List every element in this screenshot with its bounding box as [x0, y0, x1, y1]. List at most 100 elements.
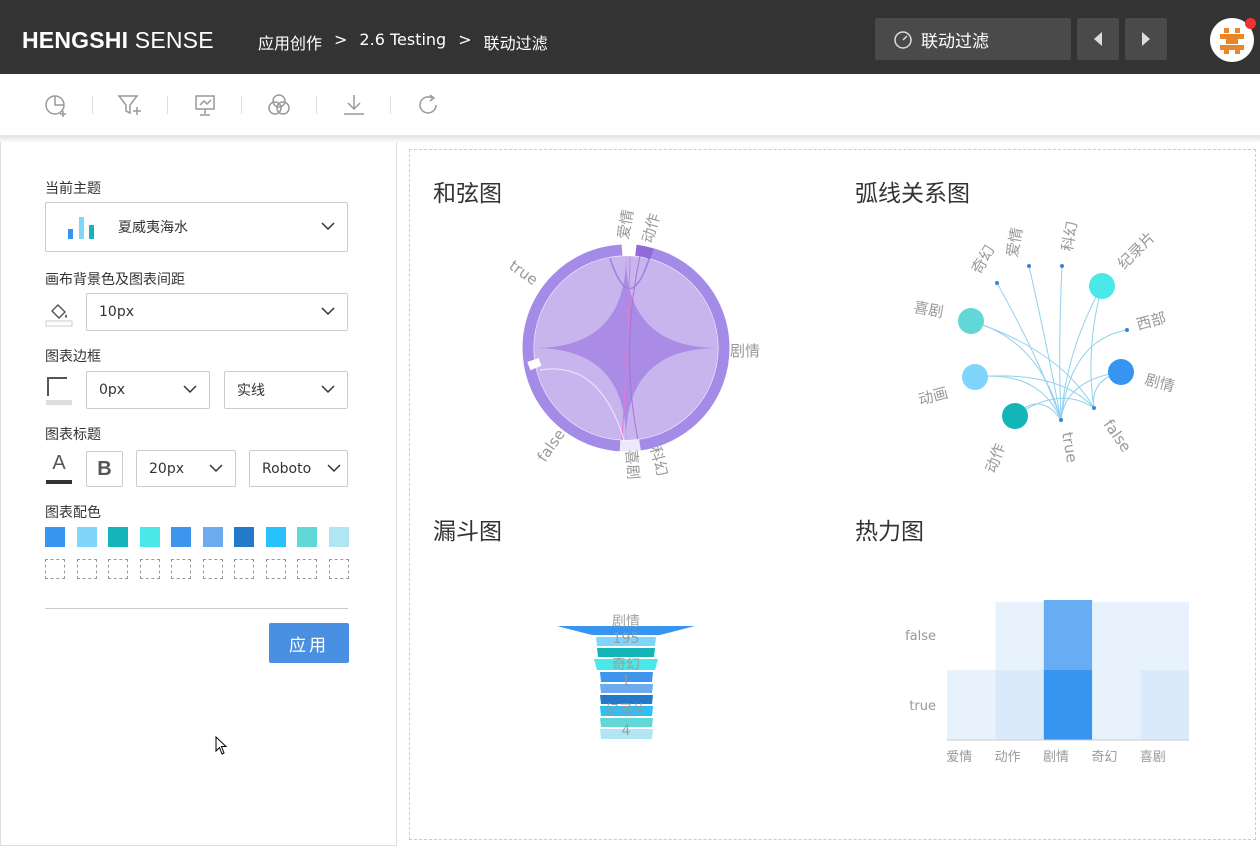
heatmap-cell[interactable] — [1043, 670, 1093, 740]
border-label: 图表边框 — [45, 349, 101, 365]
border-color-button[interactable] — [45, 374, 73, 406]
palette-swatch[interactable] — [234, 527, 254, 547]
border-width-select[interactable]: 0px — [86, 371, 210, 409]
font-color-icon: A — [52, 452, 66, 474]
funnel-value: 195 — [613, 631, 640, 647]
arc-link[interactable] — [1028, 265, 1062, 421]
palette-empty-slot[interactable] — [76, 559, 97, 579]
arc-relation-chart[interactable]: 爱情 科幻 奇幻 纪录片 西部 喜剧 剧情 动画 false 动作 true — [900, 200, 1200, 480]
arc-node[interactable] — [962, 364, 988, 390]
heatmap-cell[interactable] — [1043, 600, 1093, 670]
title-size-select[interactable]: 20px — [136, 450, 236, 487]
chevron-right-icon — [1142, 32, 1150, 46]
funnel-segment[interactable] — [597, 648, 655, 657]
theme-select[interactable]: 夏威夷海水 — [45, 202, 348, 252]
palette-empty-slot[interactable] — [328, 559, 349, 579]
bold-toggle[interactable]: B — [86, 451, 123, 487]
arc-label: true — [1058, 431, 1081, 464]
arc-node[interactable] — [1092, 406, 1096, 410]
palette-swatch[interactable] — [328, 527, 349, 547]
gauge-icon — [894, 31, 912, 49]
title-font-value: Roboto — [262, 460, 312, 477]
breadcrumb-item-project[interactable]: 2.6 Testing — [359, 30, 446, 54]
palette-swatch[interactable] — [297, 527, 317, 547]
heatmap-chart[interactable]: false true 爱情 动作 剧情 奇幻 喜剧 — [890, 590, 1210, 770]
theme-preview-icon — [68, 217, 94, 239]
add-chart-button[interactable] — [43, 92, 69, 118]
palette-empty-slot[interactable] — [108, 559, 128, 579]
add-filter-button[interactable] — [117, 92, 143, 118]
arc-node[interactable] — [1089, 273, 1115, 299]
funnel-label: 剧情 — [612, 614, 640, 630]
palette-swatch[interactable] — [45, 527, 65, 547]
arc-node[interactable] — [1060, 264, 1064, 268]
toolbar-divider — [316, 96, 317, 114]
palette-swatch[interactable] — [76, 527, 97, 547]
refresh-icon — [419, 94, 437, 114]
breadcrumb-item-app[interactable]: 应用创作 — [258, 30, 322, 54]
apply-button[interactable]: 应用 — [269, 623, 349, 663]
chevron-down-icon — [321, 222, 335, 231]
chord-label: 动作 — [638, 211, 663, 245]
arc-label: 剧情 — [1143, 370, 1177, 395]
palette-empty-slot[interactable] — [139, 559, 160, 579]
heatmap-cell[interactable] — [947, 670, 996, 740]
linked-filter-mode-button[interactable]: 联动过滤 — [875, 18, 1071, 60]
heatmap-x-tick-label: 奇幻 — [1091, 749, 1117, 765]
chord-arc[interactable] — [635, 244, 654, 260]
funnel-chart[interactable]: 剧情 195 奇幻 1 纪录片 4 — [550, 605, 710, 745]
heatmap-cell[interactable] — [995, 670, 1044, 740]
chord-label: 爱情 — [614, 208, 637, 241]
heatmap-cell[interactable] — [1092, 602, 1141, 672]
arc-link[interactable] — [974, 375, 1095, 409]
arc-node[interactable] — [1002, 403, 1028, 429]
palette-swatch[interactable] — [171, 527, 191, 547]
prev-button[interactable] — [1077, 18, 1119, 60]
palette-swatch[interactable] — [265, 527, 286, 547]
arc-link[interactable] — [970, 320, 1095, 409]
heatmap-cell[interactable] — [1140, 670, 1189, 740]
border-style-value: 实线 — [237, 383, 265, 399]
heatmap-cell[interactable] — [1140, 602, 1189, 672]
heatmap-cell[interactable] — [995, 602, 1044, 672]
heatmap-cell[interactable] — [1092, 670, 1141, 740]
arc-node[interactable] — [1059, 418, 1063, 422]
border-style-select[interactable]: 实线 — [224, 371, 348, 409]
palette-empty-slot[interactable] — [202, 559, 223, 579]
palette-empty-slot[interactable] — [297, 559, 317, 579]
chevron-down-icon — [321, 307, 335, 316]
arc-node[interactable] — [958, 308, 984, 334]
chord-chart[interactable]: 爱情 动作 剧情 科幻 喜剧 false true — [440, 200, 820, 500]
heatmap-cell[interactable] — [947, 600, 996, 670]
palette-swatch[interactable] — [108, 527, 128, 547]
arc-node[interactable] — [995, 281, 999, 285]
palette-empty-slot[interactable] — [171, 559, 191, 579]
palette-swatch[interactable] — [202, 527, 223, 547]
palette-swatch[interactable] — [139, 527, 160, 547]
theme-settings-panel: 当前主题 夏威夷海水 画布背景色及图表间距 10px 图表边框 0px 实线 图… — [0, 142, 397, 846]
next-button[interactable] — [1125, 18, 1167, 60]
title-font-select[interactable]: Roboto — [249, 450, 348, 487]
palette-empty-slot[interactable] — [265, 559, 286, 579]
toolbar-divider — [167, 96, 168, 114]
chord-label: 科幻 — [646, 444, 671, 478]
avatar[interactable] — [1210, 18, 1256, 62]
palette-empty-slot[interactable] — [234, 559, 254, 579]
breadcrumb-separator: > — [334, 30, 348, 49]
chord-label: 喜剧 — [622, 449, 643, 480]
chevron-down-icon — [327, 464, 341, 473]
refresh-button[interactable] — [415, 92, 441, 118]
mouse-cursor-icon — [215, 736, 228, 755]
spacing-select[interactable]: 10px — [86, 293, 348, 331]
download-button[interactable] — [341, 92, 367, 118]
arc-link[interactable] — [1059, 265, 1063, 421]
palette-empty-slot[interactable] — [45, 559, 65, 579]
presentation-button[interactable] — [192, 92, 218, 118]
title-color-button[interactable]: A — [45, 452, 73, 486]
arc-node[interactable] — [1125, 328, 1129, 332]
color-theme-button[interactable] — [266, 92, 292, 118]
arc-node[interactable] — [1108, 359, 1134, 385]
app-logo[interactable]: HENGSHI SENSE — [22, 27, 214, 54]
background-color-button[interactable] — [45, 299, 73, 327]
arc-node[interactable] — [1027, 264, 1031, 268]
